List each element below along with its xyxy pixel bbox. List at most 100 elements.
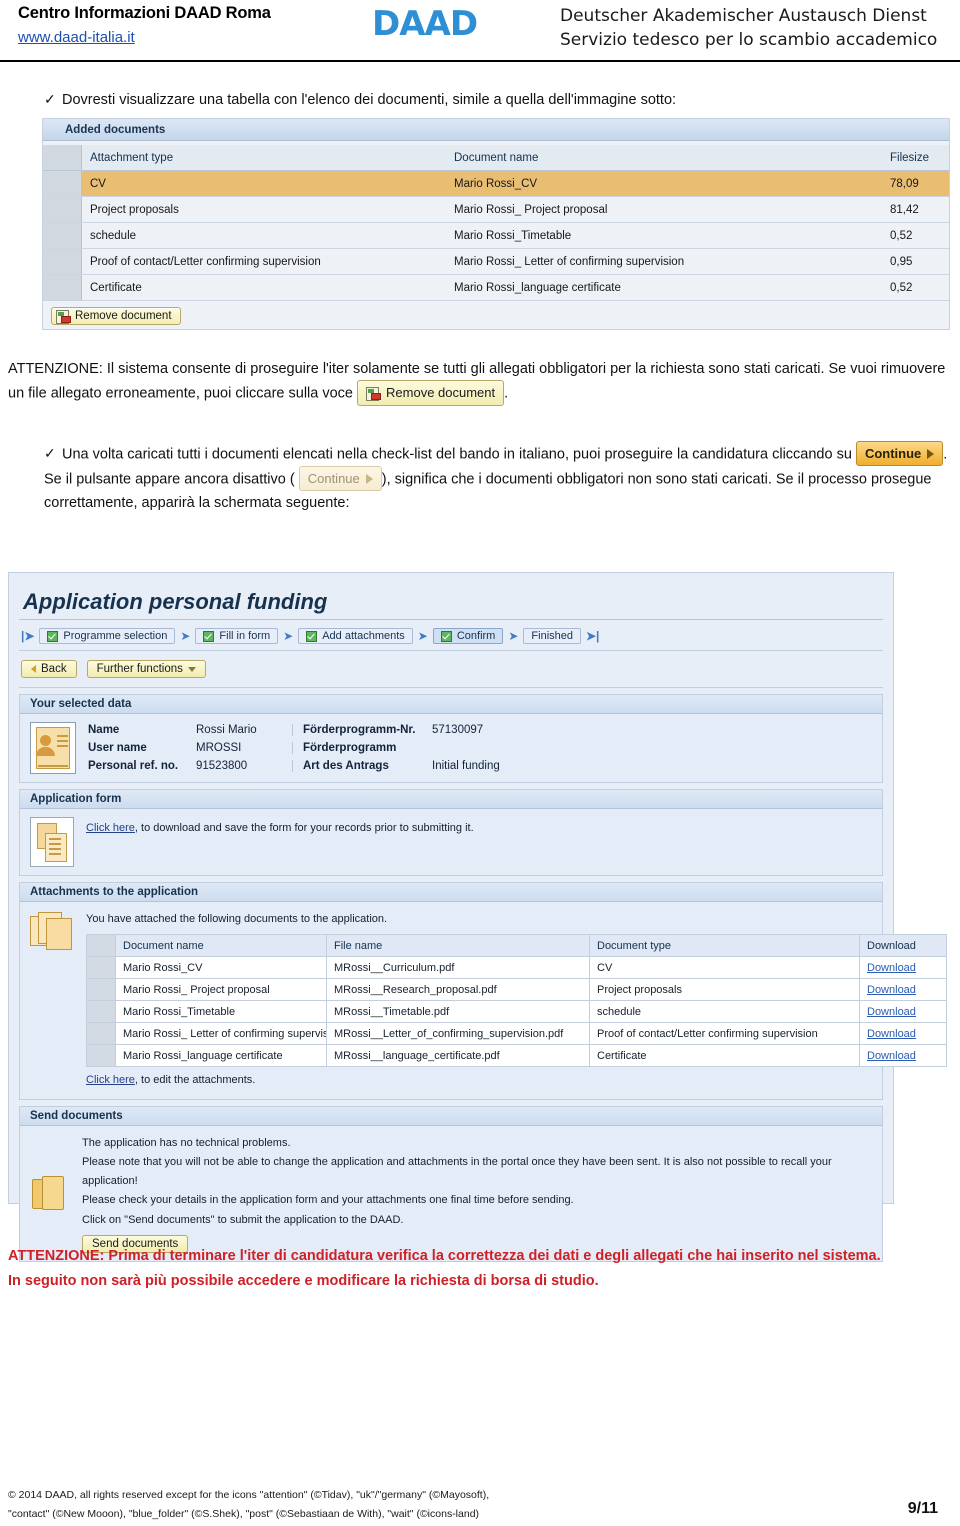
table-header-row: Attachment type Document name Filesize	[43, 145, 949, 171]
row-selector[interactable]	[86, 1044, 116, 1068]
checkbox-checked-icon	[440, 630, 452, 642]
step-programme-selection[interactable]: Programme selection	[39, 628, 176, 644]
selected-data-fields: Name Rossi Mario Förderprogramm-Nr. 5713…	[88, 722, 500, 774]
table-header-row: Document name File name Document type Do…	[86, 934, 947, 958]
table-row[interactable]: Mario Rossi_ Letter of confirming superv…	[86, 1022, 947, 1046]
continue-active-label: Continue	[864, 446, 922, 461]
row-selector[interactable]	[86, 956, 116, 980]
bottom-warning-line-2: In seguito non sarà più possibile accede…	[8, 1272, 599, 1289]
send-note-4: Click on "Send documents" to submit the …	[82, 1213, 404, 1226]
cell-document-type: CV	[589, 956, 860, 980]
row-selector[interactable]	[43, 222, 82, 249]
send-note-3: Please check your details in the applica…	[82, 1194, 574, 1207]
cell-document-name: Mario Rossi_ Letter of confirming superv…	[115, 1022, 327, 1046]
further-functions-button[interactable]: Further functions	[86, 660, 206, 678]
download-link[interactable]: Download	[867, 962, 916, 974]
bottom-warning: ATTENZIONE: Prima di terminare l'iter di…	[8, 1244, 952, 1294]
intro-bullet-text: Dovresti visualizzare una tabella con l'…	[62, 92, 677, 108]
col-filesize: Filesize	[882, 145, 949, 171]
cell-file-name: MRossi__Curriculum.pdf	[326, 956, 590, 980]
table-row[interactable]: Mario Rossi_CV MRossi__Curriculum.pdf CV…	[86, 956, 947, 980]
remove-document-button-inline[interactable]: Remove document	[357, 380, 505, 406]
back-button[interactable]: Back	[21, 660, 77, 678]
row-selector[interactable]	[43, 170, 82, 197]
check-icon: ✓	[44, 445, 56, 462]
selected-data-body: Name Rossi Mario Förderprogramm-Nr. 5713…	[20, 714, 882, 782]
page-header: Centro Informazioni DAAD Roma www.daad-i…	[0, 0, 960, 62]
cell-attachment-type: CV	[81, 170, 446, 197]
send-documents-title: Send documents	[20, 1106, 882, 1126]
download-link[interactable]: Download	[867, 1006, 916, 1018]
edit-attachments-link[interactable]: Click here	[86, 1074, 135, 1086]
folder-icon	[30, 1173, 70, 1213]
remove-document-button[interactable]: Remove document	[51, 307, 181, 325]
header-right-block: Deutscher Akademischer Austausch Dienst …	[560, 4, 937, 52]
table-row[interactable]: CV Mario Rossi_CV 78,09	[43, 170, 949, 197]
row-selector[interactable]	[86, 1000, 116, 1024]
cell-document-type: Proof of contact/Letter confirming super…	[589, 1022, 860, 1046]
back-button-label: Back	[41, 663, 67, 675]
checkbox-checked-icon	[47, 630, 59, 642]
table-row[interactable]: Mario Rossi_ Project proposal MRossi__Re…	[86, 978, 947, 1002]
row-selector[interactable]	[86, 1022, 116, 1046]
check-icon: ✓	[44, 91, 56, 107]
download-form-link[interactable]: Click here	[86, 822, 135, 834]
remove-document-icon	[56, 310, 71, 324]
table-row[interactable]: schedule Mario Rossi_Timetable 0,52	[43, 222, 949, 249]
download-link[interactable]: Download	[867, 984, 916, 996]
chevron-right-icon	[365, 473, 373, 484]
step-label: Confirm	[456, 630, 496, 642]
row-selector[interactable]	[43, 196, 82, 223]
field-value-personal-ref: 91523800	[196, 760, 248, 773]
table-row[interactable]: Mario Rossi_Timetable MRossi__Timetable.…	[86, 1000, 947, 1024]
row-selector[interactable]	[86, 978, 116, 1002]
col-document-type: Document type	[589, 934, 860, 958]
table-row[interactable]: Proof of contact/Letter confirming super…	[43, 248, 949, 275]
col-attachment-type: Attachment type	[81, 145, 446, 171]
row-gutter-header	[86, 934, 116, 958]
added-documents-panel-title: Added documents	[43, 119, 949, 141]
form-document-icon	[30, 817, 74, 867]
attachments-intro-text: You have attached the following document…	[86, 913, 388, 925]
organisation-url-link[interactable]: www.daad-italia.it	[18, 29, 271, 46]
cell-file-name: MRossi__Research_proposal.pdf	[326, 978, 590, 1002]
application-screen-title: Application personal funding	[23, 589, 328, 614]
send-documents-body: The application has no technical problem…	[20, 1125, 882, 1261]
row-gutter-header	[43, 145, 82, 171]
attention-paragraph-tail: .	[504, 385, 509, 402]
step-fill-in-form[interactable]: Fill in form	[195, 628, 279, 644]
col-download: Download	[859, 934, 947, 958]
download-link[interactable]: Download	[867, 1050, 916, 1062]
cell-document-type: Project proposals	[589, 978, 860, 1002]
continue-button-active[interactable]: Continue	[855, 441, 944, 467]
intro-bullet: ✓ Dovresti visualizzare una tabella con l…	[44, 88, 944, 112]
arrow-right-icon: ➤	[508, 629, 519, 643]
table-row[interactable]: Mario Rossi_language certificate MRossi_…	[86, 1044, 947, 1068]
table-row[interactable]: Certificate Mario Rossi_language certifi…	[43, 274, 949, 301]
cell-document-name: Mario Rossi_ Project proposal	[446, 196, 882, 223]
application-form-body: Click here, to download and save the for…	[20, 809, 882, 875]
cell-attachment-type: Project proposals	[81, 196, 446, 223]
daad-logo: DAAD	[372, 4, 478, 44]
download-link[interactable]: Download	[867, 1028, 916, 1040]
step-add-attachments[interactable]: Add attachments	[298, 628, 413, 644]
cell-attachment-type: schedule	[81, 222, 446, 249]
table-row[interactable]: Project proposals Mario Rossi_ Project p…	[43, 196, 949, 223]
attachments-table-body: Mario Rossi_CV MRossi__Curriculum.pdf CV…	[86, 956, 947, 1068]
attention-paragraph: ATTENZIONE: Il sistema consente di prose…	[8, 358, 952, 407]
step-confirm[interactable]: Confirm	[432, 628, 504, 644]
header-left-block: Centro Informazioni DAAD Roma www.daad-i…	[18, 4, 271, 46]
cell-filesize: 81,42	[882, 196, 949, 223]
row-selector[interactable]	[43, 274, 82, 301]
field-label-art-des-antrags: Art des Antrags	[292, 760, 432, 773]
col-document-name: Document name	[115, 934, 327, 958]
added-documents-screenshot: Added documents Attachment type Document…	[42, 118, 950, 330]
cell-filesize: 0,52	[882, 222, 949, 249]
added-documents-table: Attachment type Document name Filesize C…	[43, 145, 949, 301]
step-finished[interactable]: Finished	[523, 628, 581, 644]
chevron-down-icon	[187, 666, 196, 672]
cell-document-name: Mario Rossi_CV	[446, 170, 882, 197]
header-divider	[0, 60, 960, 62]
cell-filesize: 0,95	[882, 248, 949, 275]
row-selector[interactable]	[43, 248, 82, 275]
